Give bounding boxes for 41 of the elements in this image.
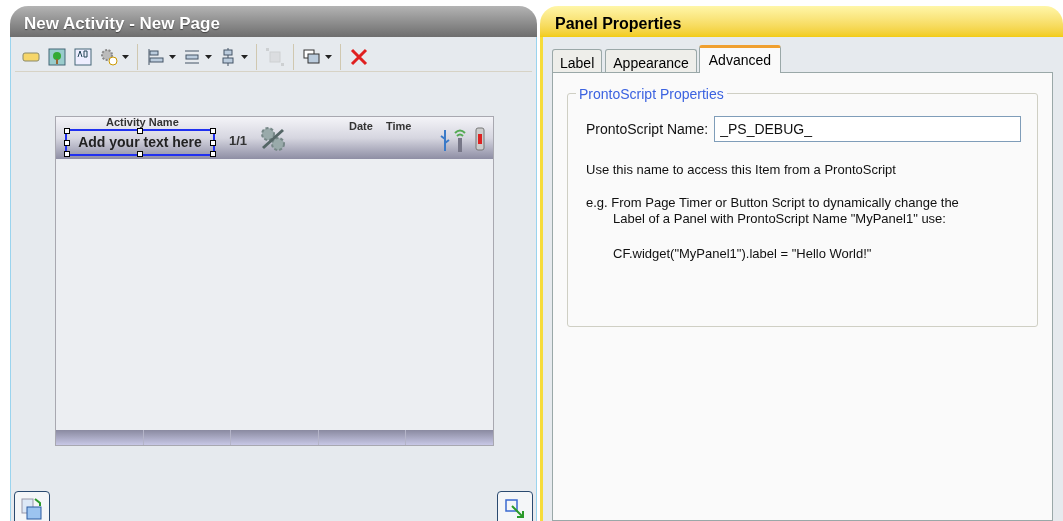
swap-page-button[interactable] [14, 491, 50, 521]
delete-icon [349, 46, 369, 67]
gear-clock-icon [99, 46, 119, 67]
activity-name: Activity Name [106, 115, 179, 130]
layers-tool-button[interactable] [302, 46, 332, 67]
text-label[interactable]: Add your text here [65, 129, 215, 156]
resize-button[interactable] [497, 491, 533, 521]
align-left-tool-button[interactable] [146, 46, 176, 67]
caret-icon [122, 54, 129, 59]
tab[interactable]: Appearance [605, 49, 697, 73]
text-tool-button[interactable] [73, 46, 93, 67]
window-title: New Activity - New Page [10, 6, 537, 37]
caret-icon [325, 54, 332, 59]
usb-icon [440, 129, 450, 153]
image-tool-button[interactable] [47, 46, 67, 67]
tab[interactable]: Advanced [698, 45, 782, 73]
tab[interactable]: Label [552, 49, 603, 73]
layers-icon [302, 46, 322, 67]
code-example: CF.widget("MyPanel1").label = "Hello World!" [613, 244, 873, 263]
panel-title: Panel Properties [540, 6, 1063, 37]
pages-icon [20, 497, 44, 521]
align-left-icon [146, 46, 166, 67]
caret-icon [205, 54, 212, 59]
battery-icon [475, 125, 485, 151]
signal-icon [453, 127, 467, 153]
page-counter: 1/1 [229, 132, 248, 150]
resize-arrow-icon [504, 498, 526, 520]
time-label: Time [386, 119, 412, 134]
group-icon [265, 46, 285, 67]
image-icon [47, 46, 67, 67]
gear-clock-tool-button[interactable] [99, 46, 129, 67]
hint-text: Use this name to access this Item from a ProntoScript [586, 161, 897, 179]
example-text: e.g. From Page Timer or Button Script to dynamically change the Label of a Panel with ProntoScript Name "MyPanel1" use: [586, 194, 960, 227]
prontoscript-name-field[interactable]: _PS_DEBUG_ [714, 116, 1022, 142]
field-label: ProntoScript Name: [586, 119, 709, 139]
caret-icon [241, 54, 248, 59]
date-label: Date [349, 119, 373, 134]
delete-tool-button[interactable] [349, 46, 369, 67]
caret-icon [169, 54, 176, 59]
text-icon [73, 46, 93, 67]
gear-icon [259, 126, 287, 152]
